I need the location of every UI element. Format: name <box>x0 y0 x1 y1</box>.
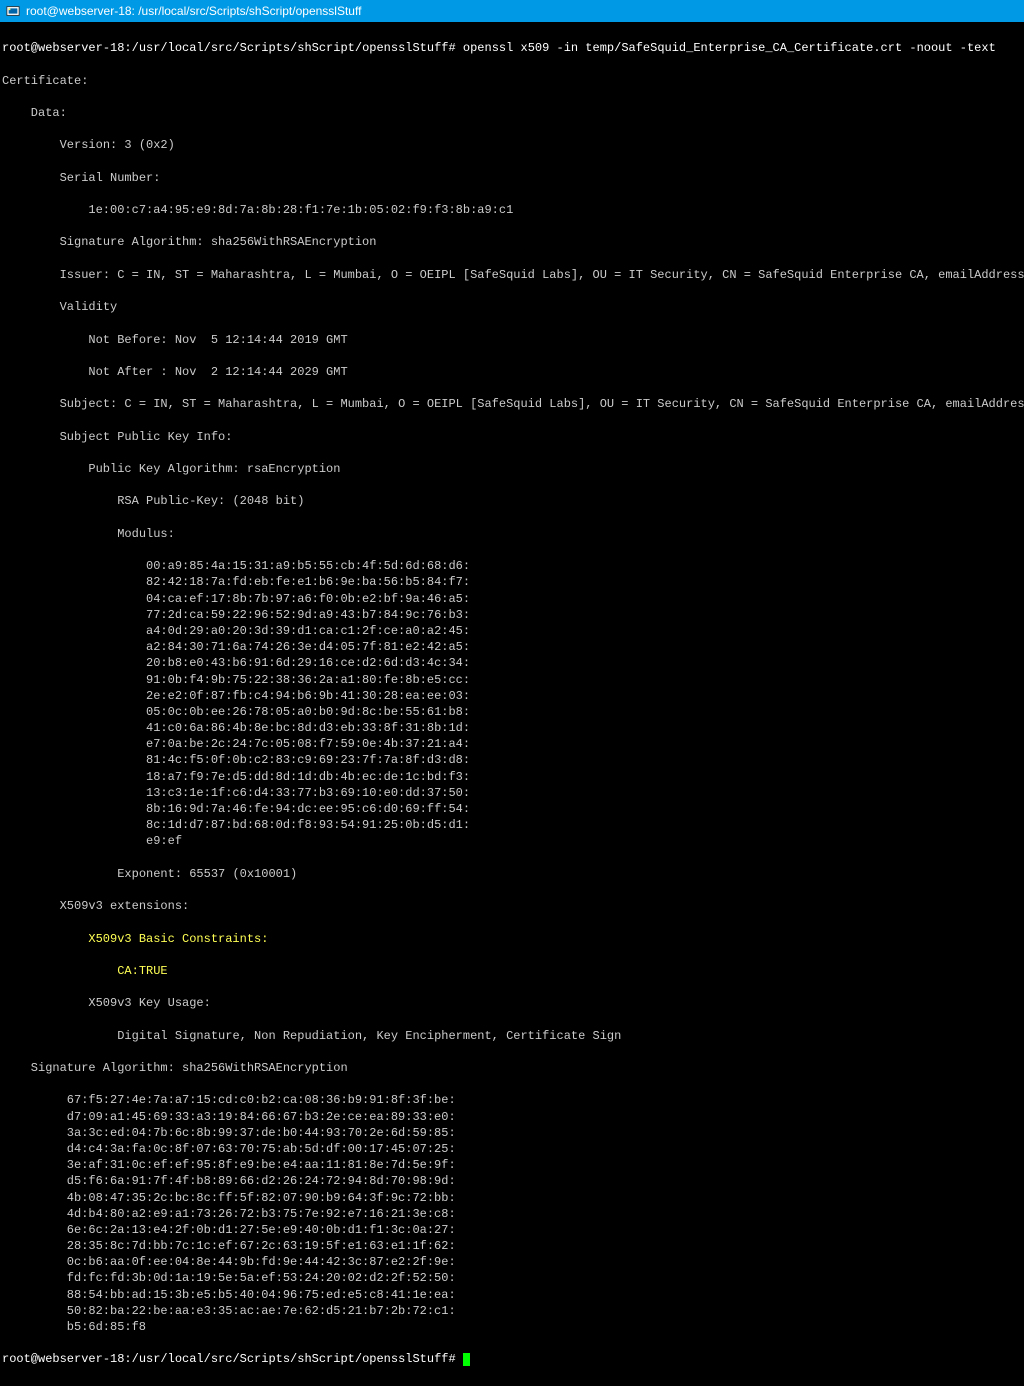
signature-line: 6e:6c:2a:13:e4:2f:0b:d1:27:5e:e9:40:0b:d… <box>2 1222 1022 1238</box>
prompt-cwd: /usr/local/src/Scripts/shScript/opensslS… <box>132 41 449 55</box>
key-usage: Digital Signature, Non Repudiation, Key … <box>2 1028 1022 1044</box>
prompt-user-host: root@webserver-18 <box>2 41 124 55</box>
basic-constraints-label: X509v3 Basic Constraints: <box>2 931 1022 947</box>
public-key-algorithm: Public Key Algorithm: rsaEncryption <box>2 461 1022 477</box>
signature-line: 67:f5:27:4e:7a:a7:15:cd:c0:b2:ca:08:36:b… <box>2 1092 1022 1108</box>
modulus-line: e7:0a:be:2c:24:7c:05:08:f7:59:0e:4b:37:2… <box>2 736 1022 752</box>
prompt2-user-host: root@webserver-18 <box>2 1352 124 1366</box>
signature-line: 3a:3c:ed:04:7b:6c:8b:99:37:de:b0:44:93:7… <box>2 1125 1022 1141</box>
modulus-line: 18:a7:f9:7e:d5:dd:8d:1d:db:4b:ec:de:1c:b… <box>2 769 1022 785</box>
signature-line: 3e:af:31:0c:ef:ef:95:8f:e9:be:e4:aa:11:8… <box>2 1157 1022 1173</box>
serial-number-label: Serial Number: <box>2 170 1022 186</box>
signature-line: 50:82:ba:22:be:aa:e3:35:ac:ae:7e:62:d5:2… <box>2 1303 1022 1319</box>
not-before: Not Before: Nov 5 12:14:44 2019 GMT <box>2 332 1022 348</box>
putty-icon <box>6 4 20 18</box>
signature-block: 67:f5:27:4e:7a:a7:15:cd:c0:b2:ca:08:36:b… <box>2 1092 1022 1335</box>
signature-line: 4b:08:47:35:2c:bc:8c:ff:5f:82:07:90:b9:6… <box>2 1190 1022 1206</box>
exponent: Exponent: 65537 (0x10001) <box>2 866 1022 882</box>
signature-line: d4:c4:3a:fa:0c:8f:07:63:70:75:ab:5d:df:0… <box>2 1141 1022 1157</box>
validity-label: Validity <box>2 299 1022 315</box>
issuer: Issuer: C = IN, ST = Maharashtra, L = Mu… <box>2 267 1022 283</box>
sig-alg-2: Signature Algorithm: sha256WithRSAEncryp… <box>2 1060 1022 1076</box>
spki-label: Subject Public Key Info: <box>2 429 1022 445</box>
terminal-cursor <box>463 1353 470 1366</box>
signature-line: 4d:b4:80:a2:e9:a1:73:26:72:b3:75:7e:92:e… <box>2 1206 1022 1222</box>
signature-line: d5:f6:6a:91:7f:4f:b8:89:66:d2:26:24:72:9… <box>2 1173 1022 1189</box>
modulus-line: 8c:1d:d7:87:bd:68:0d:f8:93:54:91:25:0b:d… <box>2 817 1022 833</box>
signature-line: 88:54:bb:ad:15:3b:e5:b5:40:04:96:75:ed:e… <box>2 1287 1022 1303</box>
modulus-line: 91:0b:f4:9b:75:22:38:36:2a:a1:80:fe:8b:e… <box>2 672 1022 688</box>
window-title: root@webserver-18: /usr/local/src/Script… <box>26 3 361 19</box>
modulus-line: e9:ef <box>2 833 1022 849</box>
prompt2-symbol: # <box>448 1352 455 1366</box>
modulus-block: 00:a9:85:4a:15:31:a9:b5:55:cb:4f:5d:6d:6… <box>2 558 1022 849</box>
modulus-line: a4:0d:29:a0:20:3d:39:d1:ca:c1:2f:ce:a0:a… <box>2 623 1022 639</box>
modulus-line: 8b:16:9d:7a:46:fe:94:dc:ee:95:c6:d0:69:f… <box>2 801 1022 817</box>
sig-alg-1: Signature Algorithm: sha256WithRSAEncryp… <box>2 234 1022 250</box>
modulus-line: 77:2d:ca:59:22:96:52:9d:a9:43:b7:84:9c:7… <box>2 607 1022 623</box>
data-header: Data: <box>2 105 1022 121</box>
signature-line: 0c:b6:aa:0f:ee:04:8e:44:9b:fd:9e:44:42:3… <box>2 1254 1022 1270</box>
signature-line: d7:09:a1:45:69:33:a3:19:84:66:67:b3:2e:c… <box>2 1109 1022 1125</box>
modulus-line: 20:b8:e0:43:b6:91:6d:29:16:ce:d2:6d:d3:4… <box>2 655 1022 671</box>
modulus-label: Modulus: <box>2 526 1022 542</box>
signature-line: fd:fc:fd:3b:0d:1a:19:5e:5a:ef:53:24:20:0… <box>2 1270 1022 1286</box>
modulus-line: 04:ca:ef:17:8b:7b:97:a6:f0:0b:e2:bf:9a:4… <box>2 591 1022 607</box>
prompt2-cwd: /usr/local/src/Scripts/shScript/opensslS… <box>132 1352 449 1366</box>
modulus-line: a2:84:30:71:6a:74:26:3e:d4:05:7f:81:e2:4… <box>2 639 1022 655</box>
x509v3-ext-label: X509v3 extensions: <box>2 898 1022 914</box>
modulus-line: 81:4c:f5:0f:0b:c2:83:c9:69:23:7f:7a:8f:d… <box>2 752 1022 768</box>
key-usage-label: X509v3 Key Usage: <box>2 995 1022 1011</box>
terminal-output[interactable]: root@webserver-18:/usr/local/src/Scripts… <box>0 22 1024 1386</box>
signature-line: 28:35:8c:7d:bb:7c:1c:ef:67:2c:63:19:5f:e… <box>2 1238 1022 1254</box>
modulus-line: 13:c3:1e:1f:c6:d4:33:77:b3:69:10:e0:dd:3… <box>2 785 1022 801</box>
prompt-symbol: # <box>448 41 455 55</box>
serial-number: 1e:00:c7:a4:95:e9:8d:7a:8b:28:f1:7e:1b:0… <box>2 202 1022 218</box>
modulus-line: 2e:e2:0f:87:fb:c4:94:b6:9b:41:30:28:ea:e… <box>2 688 1022 704</box>
signature-line: b5:6d:85:f8 <box>2 1319 1022 1335</box>
subject: Subject: C = IN, ST = Maharashtra, L = M… <box>2 396 1022 412</box>
modulus-line: 05:0c:0b:ee:26:78:05:a0:b0:9d:8c:be:55:6… <box>2 704 1022 720</box>
not-after: Not After : Nov 2 12:14:44 2029 GMT <box>2 364 1022 380</box>
modulus-line: 41:c0:6a:86:4b:8e:bc:8d:d3:eb:33:8f:31:8… <box>2 720 1022 736</box>
cert-header: Certificate: <box>2 73 1022 89</box>
ca-true: CA:TRUE <box>2 963 1022 979</box>
entered-command: openssl x509 -in temp/SafeSquid_Enterpri… <box>463 41 996 55</box>
modulus-line: 00:a9:85:4a:15:31:a9:b5:55:cb:4f:5d:6d:6… <box>2 558 1022 574</box>
modulus-line: 82:42:18:7a:fd:eb:fe:e1:b6:9e:ba:56:b5:8… <box>2 574 1022 590</box>
rsa-public-key: RSA Public-Key: (2048 bit) <box>2 493 1022 509</box>
version: Version: 3 (0x2) <box>2 137 1022 153</box>
window-titlebar: root@webserver-18: /usr/local/src/Script… <box>0 0 1024 22</box>
